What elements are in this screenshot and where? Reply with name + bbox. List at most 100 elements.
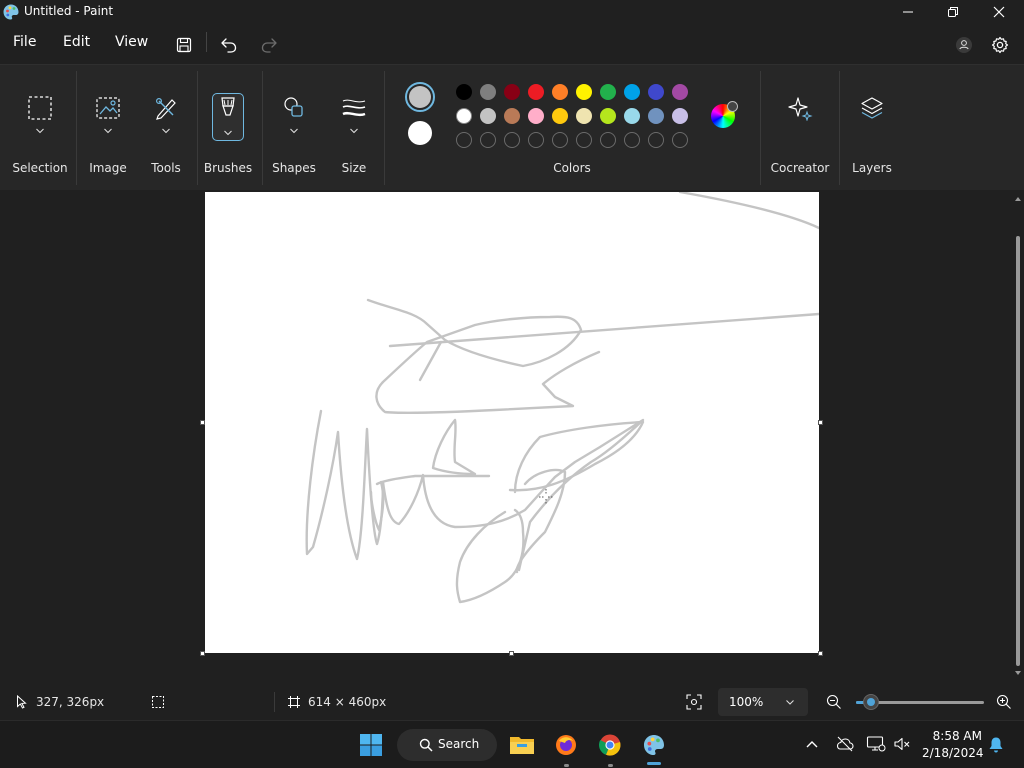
file-explorer-button[interactable] [506,729,538,761]
ribbon-divider [839,71,840,185]
volume-muted-icon[interactable] [893,736,911,752]
resize-handle-bottom-right[interactable] [818,651,823,656]
color-swatch[interactable] [504,108,520,124]
custom-color-slot[interactable] [504,132,520,148]
menu-bar: File Edit View [0,28,1024,60]
canvas-workspace [0,192,1012,682]
ribbon-divider [262,71,263,185]
taskbar-date[interactable]: 2/18/2024 [922,746,984,760]
layers-label: Layers [852,161,892,175]
resize-handle-bottom[interactable] [509,651,514,656]
color-swatch[interactable] [672,84,688,100]
custom-color-slot[interactable] [552,132,568,148]
close-button[interactable] [976,0,1022,24]
ribbon: Selection Image Tools Brushes Shapes Siz… [0,64,1024,190]
cocreator-group[interactable]: Cocreator [766,65,834,191]
zoom-out-icon[interactable] [826,694,842,710]
redo-icon [261,38,277,53]
network-icon[interactable] [866,735,886,753]
brushes-group[interactable]: Brushes [202,65,254,191]
taskbar: Search 8:58 AM 2/18/2024 [0,720,1024,768]
color-swatch[interactable] [504,84,520,100]
layers-group[interactable]: Layers [846,65,898,191]
tools-group[interactable]: Tools [142,65,190,191]
resize-handle-right[interactable] [818,420,823,425]
chevron-down-icon [786,700,794,705]
paint-taskbar-button[interactable] [638,729,670,761]
zoom-in-icon[interactable] [996,694,1012,710]
color-swatch[interactable] [576,108,592,124]
zoom-slider-thumb[interactable] [863,694,879,710]
menu-edit[interactable]: Edit [63,34,90,50]
color-swatch[interactable] [456,84,472,100]
custom-color-slot[interactable] [456,132,472,148]
undo-button[interactable] [216,32,242,58]
gear-icon [991,36,1009,54]
scroll-up-icon[interactable] [1014,196,1022,202]
color-swatch[interactable] [672,108,688,124]
color-swatch[interactable] [648,108,664,124]
paint-app-icon [3,4,19,20]
custom-color-slot[interactable] [624,132,640,148]
shapes-group[interactable]: Shapes [268,65,320,191]
chevron-up-icon[interactable] [805,739,819,749]
redo-button[interactable] [256,32,282,58]
brush-icon [213,93,243,123]
color-swatch[interactable] [624,84,640,100]
custom-color-slot[interactable] [600,132,616,148]
minimize-button[interactable] [885,0,931,24]
chrome-icon [598,734,621,756]
menu-file[interactable]: File [13,34,36,50]
start-button[interactable] [355,729,387,761]
taskbar-search[interactable]: Search [397,729,497,761]
custom-color-slot[interactable] [648,132,664,148]
color-swatch[interactable] [576,84,592,100]
notification-bell-icon[interactable] [988,736,1004,754]
color-swatch[interactable] [480,84,496,100]
selection-group[interactable]: Selection [8,65,72,191]
secondary-color-swatch[interactable] [408,121,432,145]
resize-handle-bottom-left[interactable] [200,651,205,656]
color-swatch[interactable] [600,108,616,124]
zoom-select[interactable]: 100% [718,688,808,716]
fit-to-window-icon[interactable] [686,694,702,710]
scrollbar-thumb[interactable] [1016,236,1020,666]
chevron-down-icon [350,128,358,134]
menu-view[interactable]: View [115,34,148,50]
color-swatch[interactable] [456,108,472,124]
chevron-down-icon [36,128,44,134]
color-swatch[interactable] [552,84,568,100]
settings-button[interactable] [987,32,1013,58]
chrome-button[interactable] [594,729,626,761]
size-group[interactable]: Size [330,65,378,191]
taskbar-time[interactable]: 8:58 AM [930,729,982,743]
primary-color-swatch[interactable] [405,82,435,112]
drawing-canvas[interactable] [205,192,821,653]
color-swatch[interactable] [648,84,664,100]
color-swatch[interactable] [552,108,568,124]
image-label: Image [89,161,127,175]
account-button[interactable] [951,32,977,58]
color-swatch[interactable] [624,108,640,124]
save-button[interactable] [171,32,197,58]
vertical-scrollbar[interactable] [1012,192,1024,682]
firefox-button[interactable] [550,729,582,761]
scroll-down-icon[interactable] [1014,670,1022,676]
save-icon [176,37,192,53]
color-swatch[interactable] [480,108,496,124]
canvas-size-icon [288,696,300,708]
color-swatch[interactable] [600,84,616,100]
window-title: Untitled - Paint [24,4,114,18]
cloud-off-icon[interactable] [836,736,854,752]
chevron-down-icon [290,128,298,134]
image-group[interactable]: Image [84,65,132,191]
windows-logo-icon [360,734,382,756]
custom-color-slot[interactable] [480,132,496,148]
custom-color-slot[interactable] [576,132,592,148]
color-swatch[interactable] [528,108,544,124]
custom-color-slot[interactable] [672,132,688,148]
color-swatch[interactable] [528,84,544,100]
resize-handle-left[interactable] [200,420,205,425]
custom-color-slot[interactable] [528,132,544,148]
restore-button[interactable] [930,0,976,24]
